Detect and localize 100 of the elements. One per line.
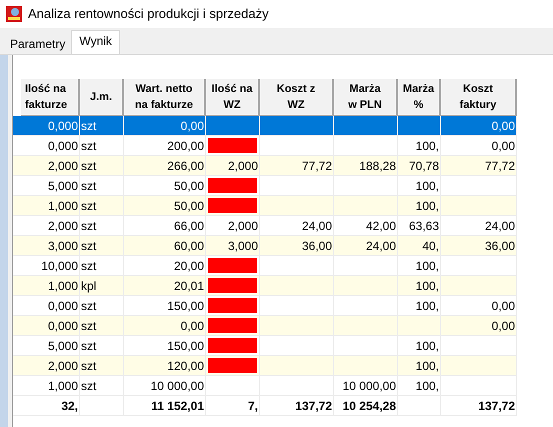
column-header[interactable]: Ilość na fakturze	[21, 79, 80, 116]
column-header[interactable]: Koszt z WZ	[260, 79, 334, 116]
table-row[interactable]: 1,000 szt 50,00 100,	[13, 196, 517, 216]
table-cell-text: 0,000	[48, 298, 78, 314]
table-cell-text: 100,	[416, 378, 439, 394]
table-cell-text: 10 000,00	[150, 378, 204, 394]
table-cell-text: 3,000	[228, 238, 258, 254]
table-cell-text: 2,000	[228, 158, 258, 174]
table-cell-text: 70,78	[408, 158, 439, 174]
table-row[interactable]: 2,000 szt 266,00 2,000 77,72 188,28 70,78 77,72	[13, 156, 517, 176]
table-cell-text: 0,000	[48, 118, 78, 134]
table-cell-text: 63,63	[408, 218, 439, 234]
table-cell-text: 100,	[416, 258, 439, 274]
table-cell-text: 0,000	[48, 138, 78, 154]
table-cell-text: 0,00	[492, 138, 515, 154]
table-cell-text: szt	[81, 218, 96, 234]
total-cell-text: 11 152,01	[151, 398, 204, 414]
table-cell-text: 1,000	[48, 378, 78, 394]
table-cell-text: 5,000	[48, 338, 78, 354]
table-cell-text: szt	[81, 178, 96, 194]
table-cell-text: 66,00	[174, 218, 204, 234]
table-cell-text: 266,00	[167, 158, 204, 174]
table-row[interactable]: 0,000 szt 200,00 100, 0,00	[13, 136, 517, 156]
table-cell-text: 0,00	[492, 118, 515, 134]
table-cell-text: 50,00	[174, 198, 204, 214]
table-cell-text: 24,00	[484, 218, 515, 234]
total-cell-text: 137,72	[295, 398, 332, 414]
table-cell-text: 100,	[416, 178, 439, 194]
table-cell-text: 188,28	[359, 158, 396, 174]
table-cell-text: 2,000	[48, 158, 78, 174]
total-cell-text: 7,	[248, 398, 258, 414]
table-cell-text: 10 000,00	[342, 378, 396, 394]
table-cell-text: kpl	[81, 278, 96, 294]
column-header[interactable]: Marża w PLN	[334, 79, 398, 116]
table-cell-text: szt	[81, 238, 96, 254]
total-cell-text: 10 254,28	[342, 398, 396, 414]
total-cell-text: 32,	[61, 398, 78, 414]
app-icon	[6, 6, 22, 22]
table-cell-text: szt	[81, 258, 96, 274]
table-cell-text: 120,00	[167, 358, 204, 374]
tab[interactable]: Parametry	[4, 34, 72, 54]
table-row[interactable]: 1,000 szt 10 000,00 10 000,00 100,	[13, 376, 517, 396]
table-cell-text: 20,01	[174, 278, 204, 294]
table-cell-text: 36,00	[484, 238, 515, 254]
table-cell-text: 2,000	[48, 218, 78, 234]
table-cell-text: szt	[81, 298, 96, 314]
column-header[interactable]: J.m.	[80, 79, 124, 116]
table-cell-text: 5,000	[48, 178, 78, 194]
table-cell-text: szt	[81, 378, 96, 394]
column-header[interactable]: Ilość na WZ	[206, 79, 260, 116]
table-cell-text: 0,00	[180, 318, 204, 334]
table-row[interactable]: 1,000 kpl 20,01 100,	[13, 276, 517, 296]
table-row[interactable]: 2,000 szt 66,00 2,000 24,00 42,00 63,63 24,00	[13, 216, 517, 236]
table-cell-text: 1,000	[48, 278, 78, 294]
table-row[interactable]: 10,000 szt 20,00 100,	[13, 256, 517, 276]
table-cell-text: 100,	[416, 138, 439, 154]
table-cell-text: szt	[81, 158, 96, 174]
table-row[interactable]: 2,000 szt 120,00 100,	[13, 356, 517, 376]
table-cell-text: 2,000	[228, 218, 258, 234]
total-cell-text: 137,72	[478, 398, 515, 414]
column-header[interactable]: Wart. netto na fakturze	[124, 79, 206, 116]
table-row[interactable]: 0,000 szt 0,00 0,00	[13, 116, 517, 136]
column-header[interactable]: Marża %	[398, 79, 441, 116]
table-cell-text: szt	[81, 338, 96, 354]
table-cell-text: szt	[81, 198, 96, 214]
table-row[interactable]: 0,000 szt 0,00 0,00	[13, 316, 517, 336]
table-cell-text: 50,00	[174, 178, 204, 194]
table-cell-text: 100,	[416, 298, 439, 314]
table-cell-text: 10,000	[41, 258, 78, 274]
table-cell-text: 0,00	[492, 298, 515, 314]
table-cell-text: szt	[81, 318, 96, 334]
tab[interactable]: Wynik	[71, 30, 120, 54]
table-cell-text: szt	[81, 358, 96, 374]
table-cell-text: 200,00	[167, 138, 204, 154]
table-cell-text: 0,00	[180, 118, 204, 134]
table-cell-text: 100,	[416, 198, 439, 214]
table-cell-text: 36,00	[302, 238, 332, 254]
table-cell-text: 0,00	[492, 318, 515, 334]
table-cell-text: 100,	[416, 278, 439, 294]
table-cell-text: 60,00	[174, 238, 204, 254]
table-cell-text: 20,00	[174, 258, 204, 274]
table-cell-text: szt	[81, 138, 96, 154]
table-cell-text: 150,00	[167, 298, 204, 314]
table-cell-text: 2,000	[48, 358, 78, 374]
table-cell-text: 42,00	[366, 218, 396, 234]
table-cell-text: 0,000	[48, 318, 78, 334]
column-header[interactable]: Koszt faktury	[441, 79, 517, 116]
table-cell-text: 150,00	[167, 338, 204, 354]
table-cell-text: 1,000	[48, 198, 78, 214]
table-row[interactable]: 5,000 szt 50,00 100,	[13, 176, 517, 196]
table-row[interactable]: 0,000 szt 150,00 100, 0,00	[13, 296, 517, 316]
table-cell-text: 100,	[416, 338, 439, 354]
table-cell-text: 3,000	[48, 238, 78, 254]
table-cell-text: 24,00	[302, 218, 332, 234]
table-row[interactable]: 3,000 szt 60,00 3,000 36,00 24,00 40, 36,00	[13, 236, 517, 256]
window-title: Analiza rentowności produkcji i sprzedaży	[28, 5, 269, 24]
table-cell-text: 100,	[416, 358, 439, 374]
table-cell-text: 24,00	[366, 238, 396, 254]
table-cell-text: 77,72	[302, 158, 332, 174]
table-row[interactable]: 5,000 szt 150,00 100,	[13, 336, 517, 356]
